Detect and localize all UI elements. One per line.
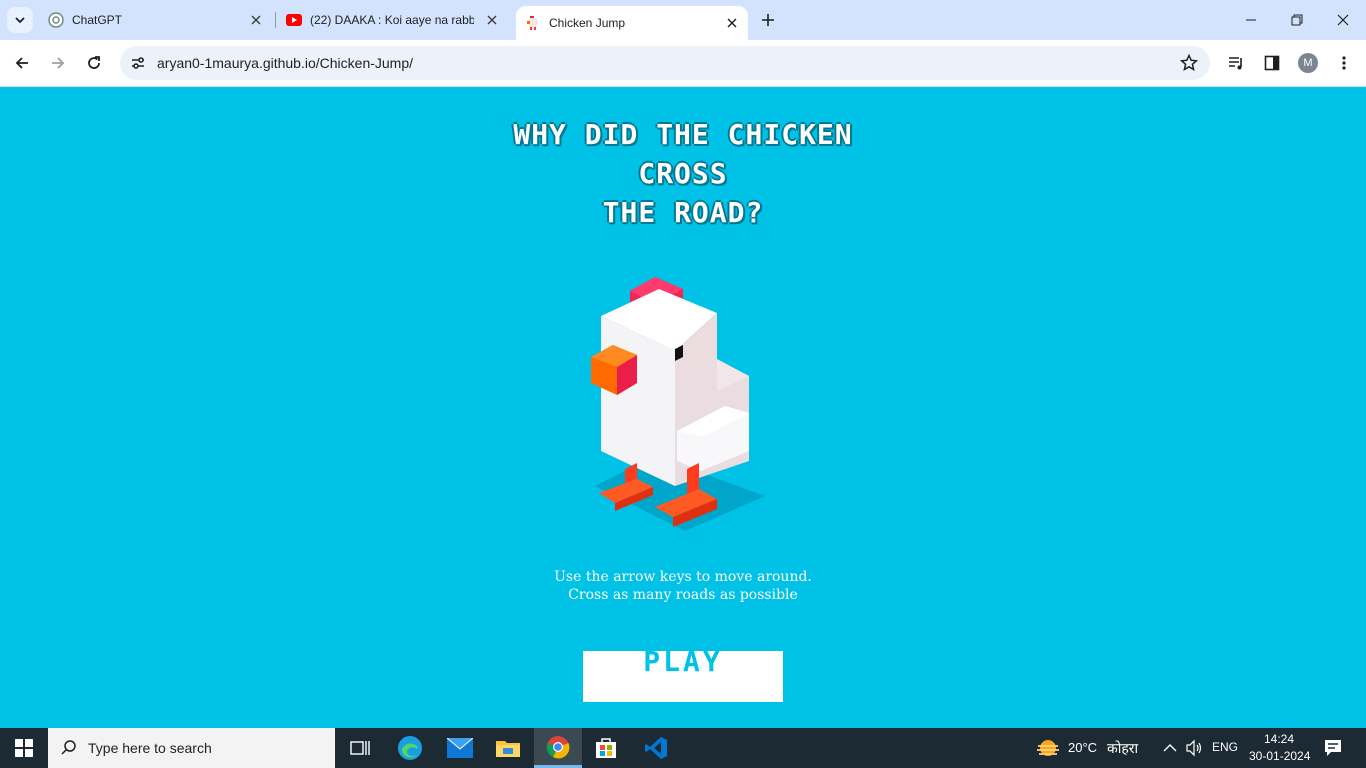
weather-desc[interactable]: कोहरा (1107, 739, 1138, 758)
taskbar-search[interactable]: Type here to search (48, 728, 335, 768)
side-panel-button[interactable] (1260, 51, 1284, 75)
task-view-button[interactable] (336, 728, 384, 768)
tab-chicken-jump[interactable]: Chicken Jump (516, 6, 748, 40)
tab-separator (275, 12, 276, 28)
side-panel-icon (1264, 55, 1280, 71)
taskbar-mail[interactable] (436, 728, 484, 768)
instruction-line: Cross as many roads as possible (568, 587, 798, 603)
title-line: WHY DID THE CHICKEN (513, 118, 853, 151)
media-control-button[interactable] (1224, 51, 1248, 75)
browser-toolbar: aryan0-1maurya.github.io/Chicken-Jump/ M (0, 40, 1366, 87)
clock-date[interactable]: 30-01-2024 (1249, 749, 1310, 763)
taskbar-file-explorer[interactable] (484, 728, 532, 768)
close-icon[interactable] (484, 12, 500, 28)
search-icon (61, 740, 76, 755)
close-icon[interactable] (248, 12, 264, 28)
task-view-icon (350, 741, 370, 755)
mail-icon (447, 738, 473, 758)
play-label: PLAY (643, 645, 723, 678)
chicken-icon (527, 16, 537, 30)
minimize-icon (1246, 19, 1256, 21)
close-icon (1337, 14, 1349, 26)
tab-title: ChatGPT (72, 13, 123, 27)
edge-icon (398, 736, 422, 760)
chicken-illustration (591, 277, 765, 531)
instruction-line: Use the arrow keys to move around. (554, 569, 812, 585)
chrome-icon (546, 735, 570, 758)
avatar: M (1298, 53, 1318, 73)
address-bar[interactable]: aryan0-1maurya.github.io/Chicken-Jump/ (120, 46, 1210, 80)
tab-chatgpt[interactable]: ChatGPT (48, 6, 264, 34)
file-explorer-icon (496, 741, 520, 757)
tab-search-button[interactable] (7, 7, 33, 33)
tab-title: Chicken Jump (549, 16, 626, 30)
forward-button[interactable] (44, 49, 72, 77)
start-button[interactable] (0, 728, 48, 768)
chevron-down-icon (15, 17, 25, 24)
weather-temp[interactable]: 20°C (1068, 740, 1097, 755)
taskbar-store[interactable] (582, 728, 630, 768)
plus-icon (762, 14, 774, 26)
url-text[interactable]: aryan0-1maurya.github.io/Chicken-Jump/ (157, 55, 413, 71)
clock-time[interactable]: 14:24 (1264, 732, 1294, 746)
search-placeholder: Type here to search (88, 740, 212, 756)
restore-button[interactable] (1274, 0, 1320, 40)
close-window-button[interactable] (1320, 0, 1366, 40)
game-title: WHY DID THE CHICKEN CROSS THE ROAD? (0, 115, 1366, 232)
site-info-button[interactable] (126, 51, 150, 75)
arrow-right-icon (52, 57, 65, 69)
tab-title: (22) DAAKA : Koi aaye na rabba (310, 13, 474, 27)
windows-logo-icon (15, 739, 33, 757)
weather-fog-icon (1037, 740, 1059, 756)
language-indicator[interactable]: ENG (1212, 740, 1238, 754)
back-button[interactable] (8, 49, 36, 77)
chevron-up-icon[interactable] (1163, 743, 1177, 753)
reload-icon (88, 56, 100, 69)
vscode-icon (645, 737, 667, 759)
windows-taskbar: Type here to search 20°C कोहरा ENG 14:24… (0, 728, 1366, 768)
play-button[interactable]: PLAY (583, 645, 783, 702)
minimize-button[interactable] (1228, 0, 1274, 40)
more-vert-icon (1342, 56, 1346, 70)
volume-icon[interactable] (1185, 739, 1203, 757)
tab-strip: ChatGPT (22) DAAKA : Koi aaye na rabba C… (0, 0, 1366, 40)
store-icon (596, 738, 616, 758)
queue-music-icon (1229, 57, 1242, 70)
arrow-left-icon (15, 57, 28, 69)
tune-icon (132, 57, 144, 69)
profile-button[interactable]: M (1296, 51, 1320, 75)
tab-youtube[interactable]: (22) DAAKA : Koi aaye na rabba (286, 6, 500, 34)
menu-button[interactable] (1332, 51, 1356, 75)
taskbar-chrome[interactable] (534, 728, 582, 768)
youtube-icon (286, 14, 302, 26)
bookmark-star-icon[interactable] (1179, 53, 1199, 77)
reload-button[interactable] (80, 49, 108, 77)
close-icon[interactable] (724, 15, 740, 31)
restore-icon (1291, 14, 1303, 26)
chatgpt-icon (48, 12, 64, 28)
instructions: Use the arrow keys to move around. Cross… (0, 568, 1366, 604)
taskbar-edge[interactable] (386, 728, 434, 768)
title-line: THE ROAD? (602, 196, 764, 229)
title-line: CROSS (638, 157, 728, 190)
new-tab-button[interactable] (757, 9, 779, 31)
notification-icon[interactable] (1324, 739, 1342, 757)
taskbar-vscode[interactable] (632, 728, 680, 768)
game-page: WHY DID THE CHICKEN CROSS THE ROAD? Use … (0, 87, 1366, 728)
